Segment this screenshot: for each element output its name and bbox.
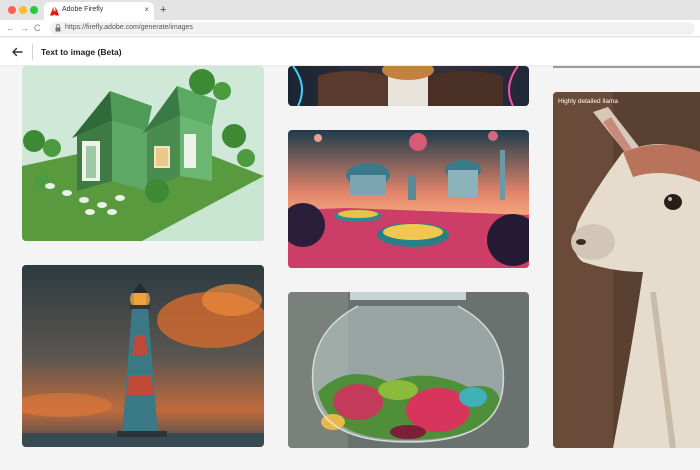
- lock-icon: [55, 24, 61, 32]
- close-window-button[interactable]: [8, 6, 16, 14]
- url-text: https://firefly.adobe.com/generate/image…: [65, 24, 193, 31]
- generated-image-portrait[interactable]: [288, 66, 529, 106]
- browser-tab[interactable]: Adobe Firefly ×: [44, 2, 154, 20]
- app-header: Text to image (Beta): [0, 38, 700, 66]
- close-tab-icon[interactable]: ×: [144, 5, 149, 14]
- generated-image-houses[interactable]: [22, 66, 264, 241]
- browser-back-icon[interactable]: ←: [6, 22, 15, 34]
- generated-image-terrarium[interactable]: [288, 292, 529, 448]
- url-input[interactable]: https://firefly.adobe.com/generate/image…: [50, 22, 695, 35]
- new-tab-button[interactable]: +: [160, 3, 166, 17]
- image-caption: Highly detailed llama: [558, 98, 618, 105]
- browser-tab-bar: Adobe Firefly × +: [0, 0, 700, 20]
- browser-forward-icon[interactable]: →: [20, 22, 29, 34]
- minimize-window-button[interactable]: [19, 6, 27, 14]
- tab-title: Adobe Firefly: [62, 6, 104, 13]
- browser-address-bar: ← → C https://firefly.adobe.com/generate…: [0, 20, 700, 37]
- image-top-edge: [553, 66, 700, 68]
- page-title: Text to image (Beta): [41, 47, 122, 57]
- reload-icon[interactable]: C: [34, 22, 41, 34]
- adobe-logo-icon: [50, 6, 59, 16]
- image-gallery: Highly detailed llama: [0, 66, 700, 470]
- back-arrow-icon[interactable]: [10, 45, 24, 59]
- generated-image-planet[interactable]: [288, 130, 529, 268]
- header-divider: [32, 44, 33, 60]
- maximize-window-button[interactable]: [30, 6, 38, 14]
- generated-image-lighthouse[interactable]: [22, 265, 264, 447]
- generated-image-llama[interactable]: Highly detailed llama: [553, 92, 700, 448]
